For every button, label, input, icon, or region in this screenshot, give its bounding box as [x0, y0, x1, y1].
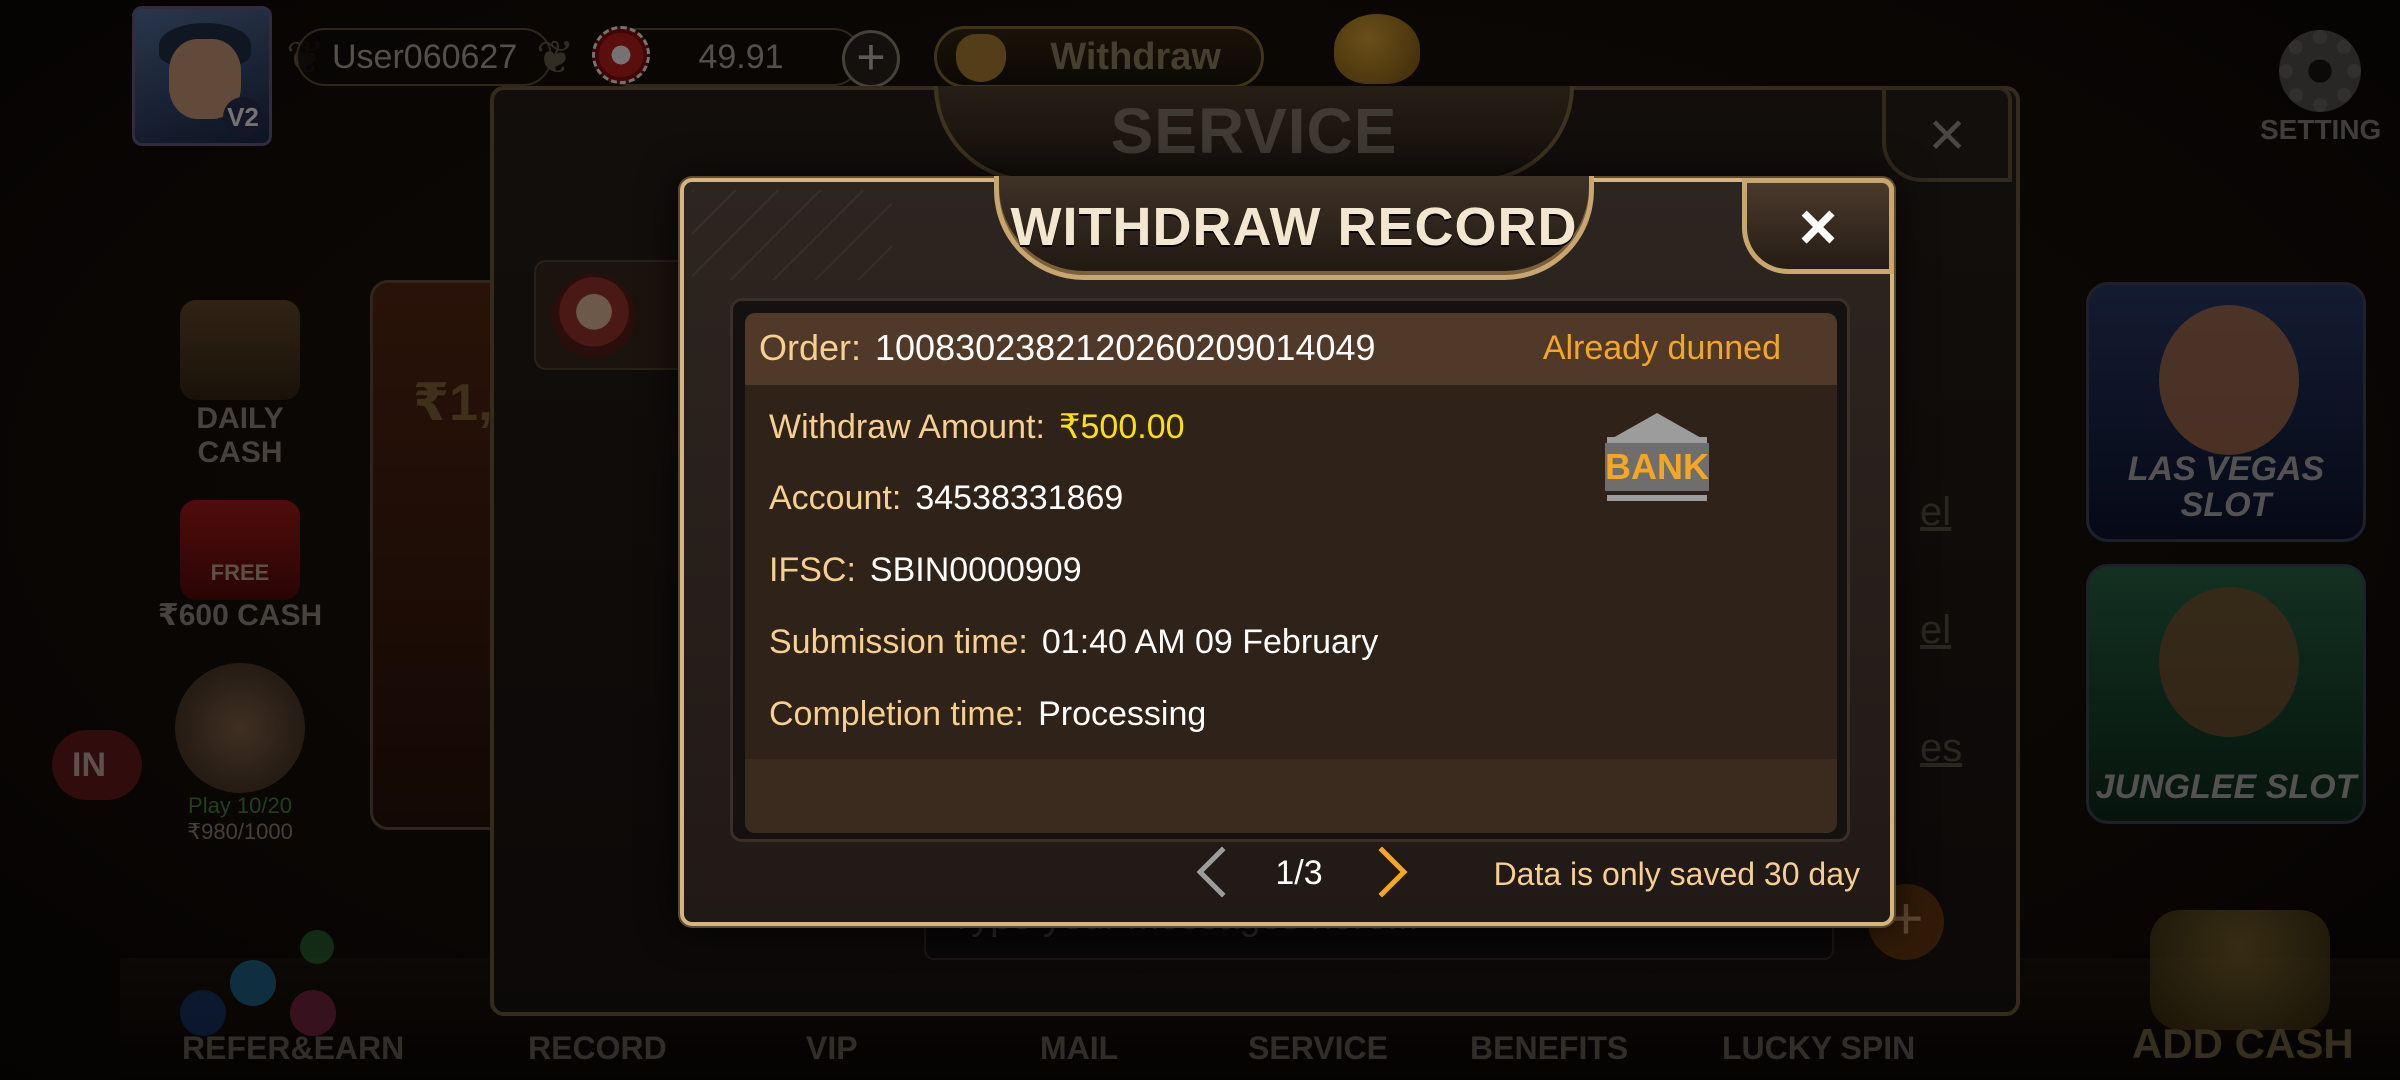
add-balance-button[interactable]: +	[842, 30, 900, 88]
social-icons	[180, 930, 350, 1050]
game-card-junglee-slot[interactable]: JUNGLEE SLOT	[2086, 564, 2366, 824]
game-card-las-vegas-slot[interactable]: LAS VEGAS SLOT	[2086, 282, 2366, 542]
money-bag-icon	[956, 34, 1006, 82]
left-menu: DAILY CASH FREE ₹600 CASH Play 10/20 ₹98…	[150, 300, 330, 875]
service-link-3[interactable]: es	[1920, 726, 1962, 771]
settings-button[interactable]: SETTING	[2260, 30, 2382, 146]
facebook-icon	[180, 990, 226, 1036]
ifsc-row: IFSC: SBIN0000909	[769, 551, 1082, 590]
chess-icon	[180, 300, 300, 400]
submission-time-row: Submission time: 01:40 AM 09 February	[769, 623, 1378, 662]
character-icon	[2159, 305, 2299, 455]
daily-cash-button[interactable]: DAILY CASH	[150, 300, 330, 470]
account-label: Account:	[769, 479, 902, 517]
gear-icon	[2279, 30, 2361, 112]
game-list: LAS VEGAS SLOT JUNGLEE SLOT	[2086, 282, 2366, 846]
order-label: Order:	[759, 327, 862, 368]
retention-note: Data is only saved 30 day	[1493, 856, 1860, 892]
agent-avatar-icon	[552, 274, 636, 358]
submission-time-label: Submission time:	[769, 623, 1028, 661]
withdraw-amount-value: ₹500.00	[1058, 408, 1185, 446]
character-icon	[2159, 587, 2299, 737]
whatsapp-icon	[300, 930, 334, 964]
free-badge: FREE	[210, 560, 270, 585]
record-header: Order: 1008302382120260209014049 Already…	[745, 313, 1837, 385]
dialog-title: WITHDRAW RECORD	[1010, 197, 1578, 257]
completion-time-row: Completion time: Processing	[769, 695, 1206, 734]
nav-record[interactable]: RECORD	[528, 1030, 667, 1067]
account-row: Account: 34538331869	[769, 479, 1123, 518]
ifsc-label: IFSC:	[769, 551, 856, 589]
account-value: 34538331869	[915, 479, 1124, 517]
nav-mail[interactable]: MAIL	[1040, 1030, 1118, 1067]
withdraw-record-dialog: WITHDRAW RECORD × Order: 100830238212026…	[680, 176, 1894, 926]
play-reward-button[interactable]: Play 10/20 ₹980/1000	[150, 663, 330, 845]
decorative-pattern	[692, 190, 892, 280]
service-close-button[interactable]: ×	[1882, 86, 2012, 182]
daily-cash-label: DAILY CASH	[196, 402, 284, 469]
bank-label: BANK	[1605, 443, 1709, 491]
promo-button[interactable]: IN	[52, 730, 142, 800]
ganesha-icon	[175, 663, 305, 793]
coin-basket-icon	[2150, 910, 2330, 1030]
service-link-1[interactable]: el	[1920, 490, 1951, 535]
record-footer	[745, 759, 1837, 833]
casino-chip-icon	[592, 26, 650, 84]
laurel-right-icon: ❦	[536, 31, 575, 83]
add-cash-button[interactable]: ADD CASH	[2120, 890, 2360, 1070]
withdraw-record-title-tab: WITHDRAW RECORD	[994, 176, 1594, 280]
vip-level-badge: V2	[223, 97, 263, 137]
bank-roof	[1611, 413, 1703, 439]
completion-time-value: Processing	[1038, 695, 1207, 733]
withdraw-amount-label: Withdraw Amount:	[769, 408, 1045, 446]
service-title-tab: SERVICE	[934, 86, 1574, 182]
promo-amount: ₹1,	[413, 374, 493, 432]
record-list: Order: 1008302382120260209014049 Already…	[730, 298, 1850, 842]
twitter-icon	[230, 960, 276, 1006]
username-display: User060627	[296, 28, 552, 86]
order-number: 1008302382120260209014049	[875, 327, 1376, 368]
submission-time-value: 01:40 AM 09 February	[1041, 623, 1379, 661]
service-link-2[interactable]: el	[1920, 608, 1951, 653]
service-title: SERVICE	[1110, 95, 1398, 167]
reward-progress-label: ₹980/1000	[187, 819, 293, 844]
instagram-icon	[290, 990, 336, 1036]
gold-pot-icon[interactable]	[1334, 14, 1420, 84]
free-cash-button[interactable]: FREE ₹600 CASH	[150, 500, 330, 633]
play-progress-label: Play 10/20	[188, 793, 292, 818]
withdraw-record-card: Order: 1008302382120260209014049 Already…	[745, 313, 1837, 833]
status-badge: Already dunned	[1542, 329, 1781, 367]
bank-icon: BANK	[1605, 413, 1709, 509]
completion-time-label: Completion time:	[769, 695, 1025, 733]
close-button[interactable]: ×	[1742, 178, 1894, 274]
nav-benefits[interactable]: BENEFITS	[1470, 1030, 1628, 1067]
record-details: Withdraw Amount: ₹500.00 Account: 34538331…	[745, 385, 1837, 759]
nav-vip[interactable]: VIP	[806, 1030, 858, 1067]
settings-label: SETTING	[2260, 114, 2382, 145]
ifsc-value: SBIN0000909	[869, 551, 1082, 589]
game-label: JUNGLEE SLOT	[2095, 768, 2357, 806]
pagination: 1/3	[1194, 846, 1434, 916]
bank-bar-bottom	[1607, 495, 1707, 501]
nav-service[interactable]: SERVICE	[1248, 1030, 1388, 1067]
add-cash-label: ADD CASH	[2132, 1020, 2354, 1067]
withdraw-amount-row: Withdraw Amount: ₹500.00	[769, 407, 1185, 447]
free-cash-label: ₹600 CASH	[157, 599, 323, 632]
player-avatar[interactable]: V2	[132, 6, 272, 146]
nav-lucky-spin[interactable]: LUCKY SPIN	[1722, 1030, 1915, 1067]
game-label: LAS VEGAS SLOT	[2127, 450, 2325, 524]
